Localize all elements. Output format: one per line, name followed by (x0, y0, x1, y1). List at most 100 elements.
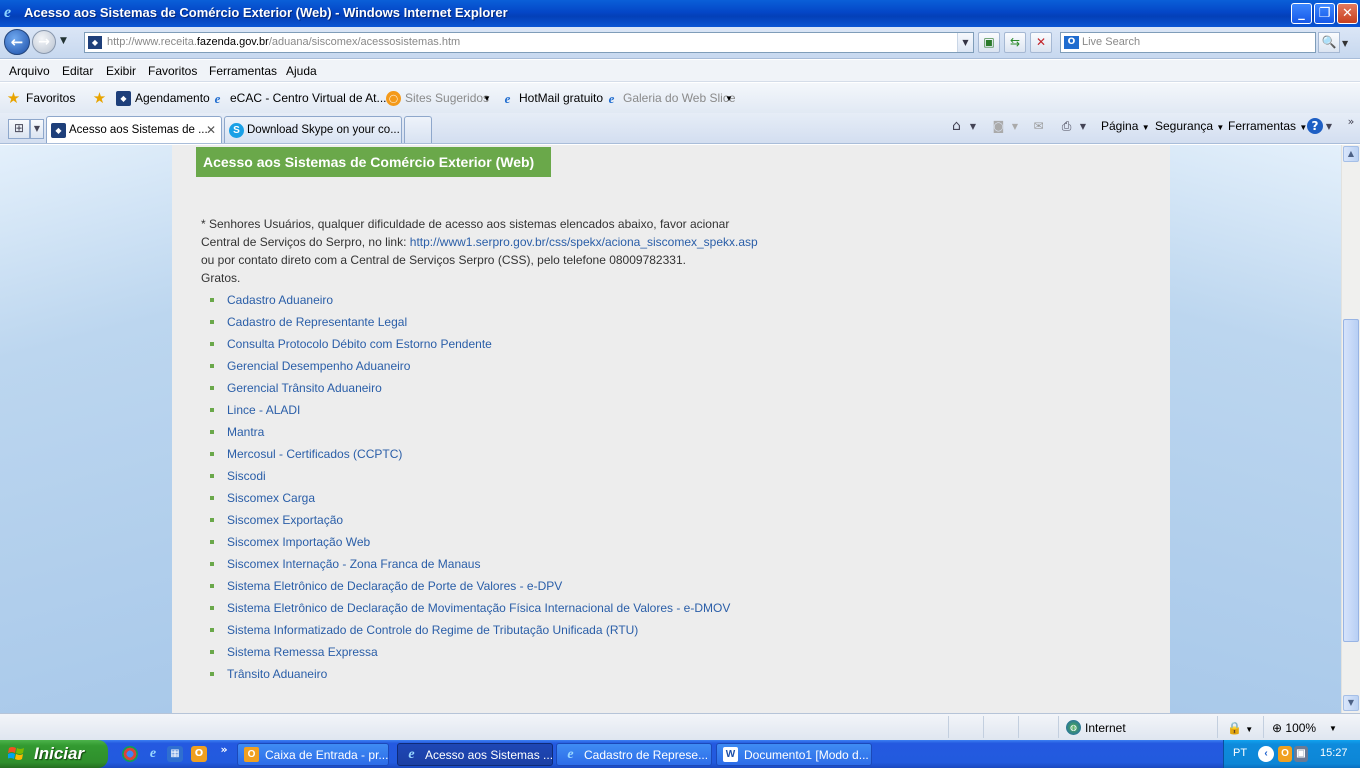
home-dropdown-icon[interactable]: ▼ (968, 118, 978, 135)
task-outlook-inbox[interactable]: O Caixa de Entrada - pr... (237, 743, 389, 766)
add-favorite-icon[interactable]: ★ (92, 91, 107, 106)
navigation-bar: ← → ▼ ◆ http://www.receita.fazenda.gov.b… (0, 27, 1360, 59)
menu-arquivo[interactable]: Arquivo (9, 64, 50, 78)
search-options-dropdown-icon[interactable]: ▼ (1342, 39, 1348, 48)
system-link[interactable]: Siscomex Internação - Zona Franca de Man… (227, 556, 480, 572)
chrome-icon[interactable] (122, 746, 138, 762)
system-link[interactable]: Cadastro Aduaneiro (227, 292, 333, 308)
compatibility-view-button[interactable]: ▣ (978, 32, 1000, 53)
scrollbar-thumb[interactable] (1343, 319, 1359, 642)
fav-agendamento[interactable]: Agendamento (135, 91, 210, 105)
task-cadastro-representante[interactable]: e Cadastro de Represe... (556, 743, 712, 766)
system-link[interactable]: Sistema Eletrônico de Declaração de Movi… (227, 600, 730, 616)
fav-web-slice[interactable]: Galeria do Web Slice (623, 91, 736, 105)
fav-sites-sugeridos[interactable]: Sites Sugeridos (405, 91, 489, 105)
list-bullet (210, 518, 214, 522)
menu-exibir[interactable]: Exibir (106, 64, 136, 78)
system-link[interactable]: Siscomex Importação Web (227, 534, 370, 550)
search-button[interactable]: 🔍 (1318, 32, 1340, 53)
system-link[interactable]: Siscomex Carga (227, 490, 315, 506)
system-link[interactable]: Consulta Protocolo Débito com Estorno Pe… (227, 336, 492, 352)
zoom-level[interactable]: ⊕ 100% (1272, 721, 1316, 735)
search-box[interactable]: O Live Search (1060, 32, 1316, 53)
scroll-down-icon[interactable]: ▼ (1343, 695, 1359, 711)
close-tab-icon[interactable]: ✕ (206, 123, 216, 137)
forward-button[interactable]: → (32, 30, 56, 54)
tray-expand-icon[interactable]: ‹ (1258, 746, 1274, 762)
refresh-button[interactable]: ⇆ (1004, 32, 1026, 53)
close-window-button[interactable]: ✕ (1337, 3, 1358, 24)
address-url[interactable]: http://www.receita.fazenda.gov.br/aduana… (107, 36, 460, 48)
home-icon[interactable]: ⌂ (948, 118, 965, 135)
system-link[interactable]: Sistema Eletrônico de Declaração de Port… (227, 578, 562, 594)
list-bullet (210, 342, 214, 346)
outlook-quicklaunch-icon[interactable]: O (191, 746, 207, 762)
print-dropdown-icon[interactable]: ▼ (1078, 118, 1088, 135)
status-divider (1263, 716, 1264, 738)
favorites-button[interactable]: Favoritos (26, 91, 75, 105)
protected-mode-icon[interactable]: 🔒 ▼ (1227, 721, 1253, 735)
quicklaunch-more-icon[interactable]: » (216, 742, 232, 758)
scroll-up-icon[interactable]: ▲ (1343, 146, 1359, 162)
ie-quicklaunch-icon[interactable]: e (145, 746, 161, 762)
task-word-documento1[interactable]: W Documento1 [Modo d... (716, 743, 872, 766)
tab-download-skype[interactable]: S Download Skype on your co... (224, 116, 402, 143)
print-icon[interactable]: ⎙ (1058, 118, 1075, 135)
feeds-icon[interactable]: ◙ (990, 118, 1007, 135)
system-link[interactable]: Mercosul - Certificados (CCPTC) (227, 446, 402, 462)
fav-hotmail[interactable]: HotMail gratuito (519, 91, 603, 105)
status-divider (1018, 716, 1019, 738)
help-icon[interactable]: ? (1307, 118, 1323, 134)
zoom-dropdown-icon[interactable]: ▼ (1329, 724, 1337, 733)
show-desktop-icon[interactable]: ▦ (167, 746, 183, 762)
page-menu[interactable]: Página ▼ (1101, 119, 1150, 133)
tray-outlook-icon[interactable]: O (1278, 746, 1292, 762)
back-button[interactable]: ← (4, 29, 30, 55)
menu-editar[interactable]: Editar (62, 64, 93, 78)
language-indicator[interactable]: PT (1233, 747, 1247, 759)
tools-menu[interactable]: Ferramentas ▼ (1228, 119, 1307, 133)
vertical-scrollbar[interactable]: ▲ ▼ (1341, 145, 1360, 713)
system-link[interactable]: Lince - ALADI (227, 402, 300, 418)
read-mail-icon[interactable]: ✉ (1030, 118, 1047, 135)
system-link[interactable]: Sistema Informatizado de Controle do Reg… (227, 622, 638, 638)
system-link[interactable]: Siscomex Exportação (227, 512, 343, 528)
status-divider (948, 716, 949, 738)
chevron-more-icon[interactable]: » (1345, 113, 1357, 130)
minimize-button[interactable]: _ (1291, 3, 1312, 24)
address-bar[interactable]: ◆ http://www.receita.fazenda.gov.br/adua… (84, 32, 974, 53)
start-button[interactable]: Iniciar (0, 740, 108, 768)
system-link[interactable]: Gerencial Trânsito Aduaneiro (227, 380, 382, 396)
security-menu[interactable]: Segurança ▼ (1155, 119, 1224, 133)
quick-tabs-icon[interactable]: ⊞ (8, 119, 30, 139)
stop-button[interactable]: ✕ (1030, 32, 1052, 53)
system-link[interactable]: Siscodi (227, 468, 266, 484)
system-link[interactable]: Mantra (227, 424, 264, 440)
system-link[interactable]: Trânsito Aduaneiro (227, 666, 327, 682)
tray-network-icon[interactable]: ▣ (1294, 746, 1308, 762)
ie-page-icon: e (504, 91, 511, 106)
help-dropdown-icon[interactable]: ▼ (1324, 118, 1334, 135)
list-bullet (210, 364, 214, 368)
menu-ferramentas[interactable]: Ferramentas (209, 64, 277, 78)
tab-list-dropdown-icon[interactable]: ▼ (30, 119, 44, 139)
serpro-support-link[interactable]: http://www1.serpro.gov.br/css/spekx/acio… (410, 235, 758, 249)
content-panel: Acesso aos Sistemas de Comércio Exterior… (172, 145, 1170, 713)
menu-favoritos[interactable]: Favoritos (148, 64, 197, 78)
tab-acesso-sistemas[interactable]: ◆ Acesso aos Sistemas de ... ✕ (46, 116, 222, 143)
new-tab-button[interactable] (404, 116, 432, 143)
search-input[interactable]: Live Search (1082, 36, 1140, 48)
web-slice-dropdown-icon[interactable]: ▼ (725, 94, 733, 103)
title-bar[interactable]: e Acesso aos Sistemas de Comércio Exteri… (0, 0, 1360, 27)
sites-sugeridos-dropdown-icon[interactable]: ▼ (483, 94, 491, 103)
system-link[interactable]: Gerencial Desempenho Aduaneiro (227, 358, 410, 374)
task-acesso-sistemas[interactable]: e Acesso aos Sistemas ... (397, 743, 553, 766)
restore-button[interactable]: ❐ (1314, 3, 1335, 24)
system-link[interactable]: Sistema Remessa Expressa (227, 644, 378, 660)
ie-page-icon: e (214, 91, 221, 106)
menu-ajuda[interactable]: Ajuda (286, 64, 317, 78)
address-dropdown-icon[interactable]: ▼ (957, 33, 973, 52)
history-dropdown-icon[interactable]: ▼ (60, 36, 67, 46)
system-link[interactable]: Cadastro de Representante Legal (227, 314, 407, 330)
fav-ecac[interactable]: eCAC - Centro Virtual de At... (230, 91, 387, 105)
